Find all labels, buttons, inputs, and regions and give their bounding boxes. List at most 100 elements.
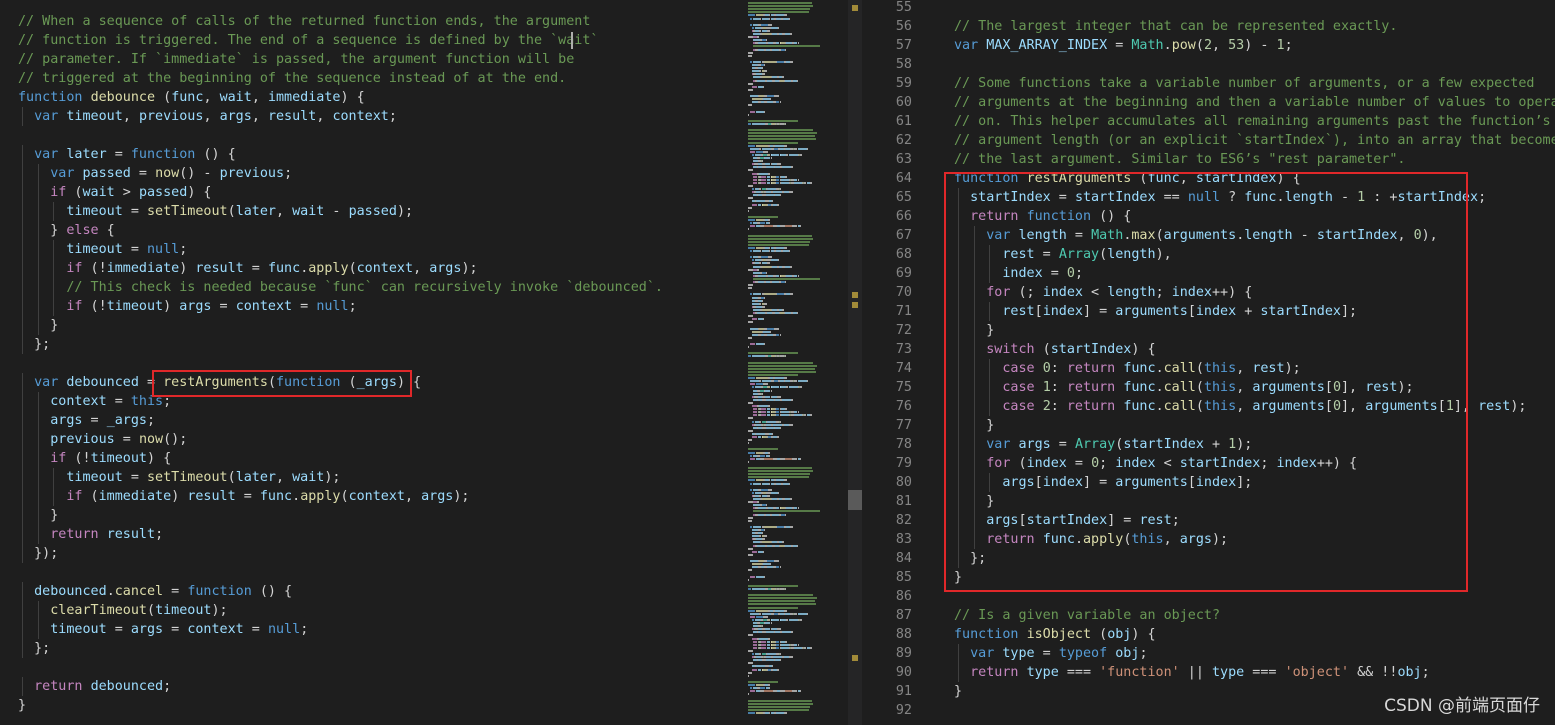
minimap[interactable] (742, 0, 864, 725)
code-line[interactable]: 84 }; (864, 549, 1555, 568)
code-line[interactable]: 63 // the last argument. Similar to ES6’s… (864, 150, 1555, 169)
minimap-stripe (748, 243, 810, 246)
code-line[interactable]: debounced.cancel = function () { (0, 582, 742, 601)
code-line[interactable]: 58 (864, 55, 1555, 74)
code-line[interactable]: 79 for (index = 0; index < startIndex; i… (864, 454, 1555, 473)
code-line[interactable]: timeout = args = context = null; (0, 620, 742, 639)
code-line[interactable]: 74 case 0: return func.call(this, rest); (864, 359, 1555, 378)
code-line[interactable]: context = this; (0, 392, 742, 411)
code-line[interactable]: return debounced; (0, 677, 742, 696)
code-line[interactable]: 59 // Some functions take a variable numb… (864, 74, 1555, 93)
code-line[interactable]: var timeout, previous, args, result, con… (0, 107, 742, 126)
code-line[interactable]: // This check is needed because `func` c… (0, 278, 742, 297)
code-line[interactable]: var later = function () { (0, 145, 742, 164)
code-line[interactable]: 89 var type = typeof obj; (864, 644, 1555, 663)
code-line[interactable]: 71 rest[index] = arguments[index + start… (864, 302, 1555, 321)
code-line[interactable]: 60 // arguments at the beginning and then… (864, 93, 1555, 112)
code-line[interactable]: timeout = setTimeout(later, wait); (0, 468, 742, 487)
code-line[interactable]: function debounce (func, wait, immediate… (0, 88, 742, 107)
code-token: = (163, 622, 188, 637)
code-line[interactable]: 80 args[index] = arguments[index]; (864, 473, 1555, 492)
code-line[interactable]: 88 function isObject (obj) { (864, 625, 1555, 644)
minimap-stripe (797, 612, 807, 615)
code-line[interactable]: 72 } (864, 321, 1555, 340)
minimap-stripe (753, 181, 757, 184)
code-line[interactable]: // When a sequence of calls of the retur… (0, 12, 742, 31)
indent-guide (989, 264, 990, 283)
minimap-stripe (761, 380, 771, 383)
code-line[interactable]: 90 return type === 'function' || type ==… (864, 663, 1555, 682)
code-line[interactable]: args = _args; (0, 411, 742, 430)
code-line[interactable]: }; (0, 639, 742, 658)
minimap-scrollbar-thumb[interactable] (848, 490, 862, 510)
code-line[interactable]: 75 case 1: return func.call(this, argume… (864, 378, 1555, 397)
code-line[interactable]: } else { (0, 221, 742, 240)
code-line[interactable]: 83 return func.apply(this, args); (864, 530, 1555, 549)
minimap-stripe (756, 219, 764, 221)
code-line[interactable]: 76 case 2: return func.call(this, argume… (864, 397, 1555, 416)
code-line[interactable]: // triggered at the beginning of the seq… (0, 69, 742, 88)
code-line[interactable]: 57 var MAX_ARRAY_INDEX = Math.pow(2, 53) … (864, 36, 1555, 55)
code-token: previous (138, 109, 204, 124)
minimap-stripe (762, 299, 764, 302)
indent-guide (22, 506, 23, 525)
code-line[interactable]: 56 // The largest integer that can be rep… (864, 17, 1555, 36)
minimap-stripe (771, 153, 780, 156)
code-line[interactable]: if (immediate) result = func.apply(conte… (0, 487, 742, 506)
code-line[interactable]: 73 switch (startIndex) { (864, 340, 1555, 359)
code-line[interactable] (0, 126, 742, 145)
code-line[interactable] (0, 563, 742, 582)
code-line[interactable]: timeout = null; (0, 240, 742, 259)
code-line[interactable]: timeout = setTimeout(later, wait - passe… (0, 202, 742, 221)
code-line[interactable]: }); (0, 544, 742, 563)
minimap-stripe (775, 144, 784, 147)
minimap-scrollbar-track[interactable] (848, 0, 862, 725)
code-line[interactable]: 78 var args = Array(startIndex + 1); (864, 435, 1555, 454)
code-token: ; (1171, 513, 1180, 528)
right-editor[interactable]: 55 56 // The largest integer that can be r… (864, 0, 1555, 725)
code-line[interactable]: 65 startIndex = startIndex == null ? fun… (864, 188, 1555, 207)
code-line[interactable]: 67 var length = Math.max(arguments.lengt… (864, 226, 1555, 245)
code-line[interactable]: if (wait > passed) { (0, 183, 742, 202)
code-line[interactable]: return result; (0, 525, 742, 544)
code-line[interactable] (0, 658, 742, 677)
code-line[interactable]: 77 } (864, 416, 1555, 435)
code-line[interactable]: 82 args[startIndex] = rest; (864, 511, 1555, 530)
code-line[interactable]: } (0, 696, 742, 715)
code-line[interactable]: if (!timeout) { (0, 449, 742, 468)
code-line[interactable]: }; (0, 335, 742, 354)
code-line[interactable]: 70 for (; index < length; index++) { (864, 283, 1555, 302)
minimap-stripe (759, 222, 766, 225)
left-editor[interactable]: // When a sequence of calls of the retur… (0, 0, 742, 725)
code-line[interactable]: // function is triggered. The end of a s… (0, 31, 742, 50)
code-line[interactable]: 86 (864, 587, 1555, 606)
code-line[interactable]: 68 rest = Array(length), (864, 245, 1555, 264)
code-line[interactable] (0, 354, 742, 373)
code-line[interactable]: 62 // argument length (or an explicit `st… (864, 131, 1555, 150)
code-line[interactable]: } (0, 316, 742, 335)
code-line[interactable]: 87 // Is a given variable an object? (864, 606, 1555, 625)
code-line[interactable]: 85} (864, 568, 1555, 587)
minimap-stripe (749, 95, 758, 97)
code-line[interactable]: 81 } (864, 492, 1555, 511)
code-line[interactable]: // parameter. If `immediate` is passed, … (0, 50, 742, 69)
code-line[interactable]: var passed = now() - previous; (0, 164, 742, 183)
indent-guide (53, 297, 54, 316)
code-line[interactable]: clearTimeout(timeout); (0, 601, 742, 620)
code-token: timeout (106, 299, 164, 314)
code-line[interactable]: } (0, 506, 742, 525)
minimap-stripe (810, 646, 812, 649)
minimap-stripe (791, 398, 793, 401)
minimap-stripe (753, 643, 757, 646)
code-line[interactable]: 69 index = 0; (864, 264, 1555, 283)
code-line[interactable]: if (!immediate) result = func.apply(cont… (0, 259, 742, 278)
code-line[interactable]: previous = now(); (0, 430, 742, 449)
code-line[interactable]: if (!timeout) args = context = null; (0, 297, 742, 316)
code-line[interactable]: 61 // on. This helper accumulates all rem… (864, 112, 1555, 131)
minimap-stripe (748, 8, 811, 11)
code-line[interactable]: 64 function restArguments (func, startInd… (864, 169, 1555, 188)
code-line[interactable]: 66 return function () { (864, 207, 1555, 226)
code-token: length (1284, 190, 1333, 205)
code-line[interactable]: var debounced = restArguments(function (… (0, 373, 742, 392)
code-line[interactable]: 55 (864, 0, 1555, 17)
